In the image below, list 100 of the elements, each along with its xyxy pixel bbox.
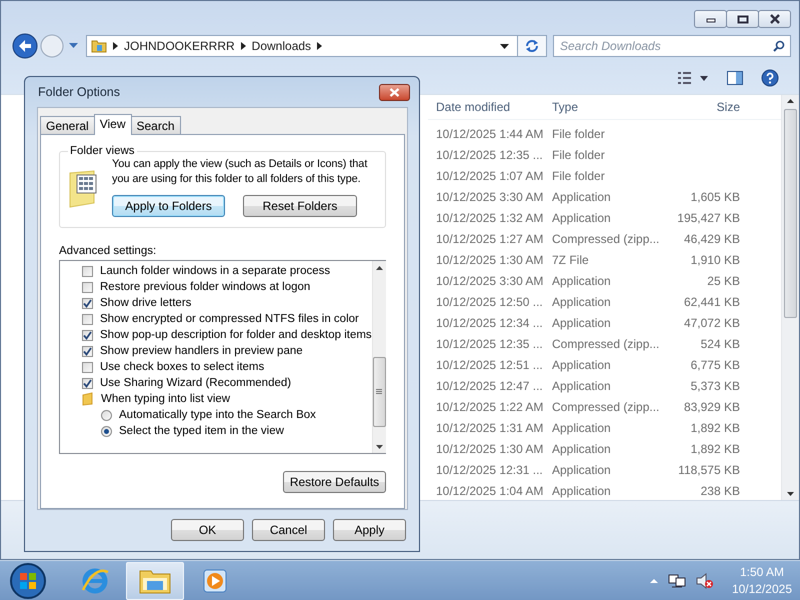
date-cell-text: 10/12/2025 1:30 AM (435, 442, 544, 456)
description-text: You can apply the view (such as Details or Icons) that you are using for this folder to all folders of this type. (112, 157, 368, 187)
maximize-icon (736, 14, 748, 24)
date-cell-text: 10/12/2025 12:35 ... (435, 148, 544, 162)
type-cell-text: Application (551, 378, 612, 392)
option-label[interactable]: Show drive letters (100, 297, 192, 309)
close-icon (768, 14, 780, 24)
size-cell-text: 118,575 KB (677, 462, 740, 476)
tab[interactable]: View (94, 114, 132, 135)
checkbox[interactable] (82, 266, 93, 276)
size-cell-text: 25 KB (706, 274, 740, 288)
size-cell-text: 5,373 KB (690, 378, 740, 392)
maximize-button[interactable] (726, 10, 759, 28)
size-cell-text: 62,441 KB (682, 294, 740, 308)
option-label[interactable]: Select the typed item in the view (119, 425, 284, 437)
option-label[interactable]: Restore previous folder windows at logon (100, 281, 310, 293)
show-hidden-icons-icon[interactable] (650, 578, 658, 584)
address-bar[interactable]: JOHNDOOKERRRR Downloads (86, 35, 518, 57)
breadcrumb[interactable]: Downloads (252, 39, 312, 53)
size-cell-text: 1,910 KB (690, 252, 740, 266)
date-cell-text: 10/12/2025 1:44 AM (435, 126, 544, 140)
date-cell-text: 10/12/2025 1:07 AM (435, 168, 544, 182)
minimize-button[interactable] (694, 10, 727, 28)
type-cell-text: Application (551, 274, 612, 288)
help-icon[interactable] (761, 68, 779, 86)
radio-button[interactable] (101, 410, 112, 420)
scrollbar[interactable] (372, 261, 386, 453)
view-options-icon[interactable] (677, 70, 709, 84)
apply-to-folders-button[interactable]: Apply to Folders (112, 195, 225, 217)
scrollbar-thumb[interactable] (372, 357, 386, 427)
close-button[interactable] (379, 84, 410, 100)
breadcrumb[interactable]: JOHNDOOKERRRR (124, 39, 235, 53)
close-icon (389, 88, 400, 96)
date-cell-text: 10/12/2025 3:30 AM (435, 274, 544, 288)
column-header[interactable]: Type (548, 100, 668, 114)
section-label: Advanced settings: (59, 245, 158, 257)
column-header[interactable]: Size (668, 100, 740, 114)
ok-button[interactable]: OK (171, 519, 244, 541)
date-cell-text: 10/12/2025 12:35 ... (435, 336, 544, 350)
grip-icon (376, 389, 382, 395)
option-label[interactable]: Show preview handlers in preview pane (100, 345, 303, 357)
option-label[interactable]: Use Sharing Wizard (Recommended) (100, 377, 292, 389)
type-cell-text: Application (551, 190, 612, 204)
checkbox[interactable] (82, 298, 93, 308)
type-cell-text: Application (551, 210, 612, 224)
close-button[interactable] (758, 10, 791, 28)
folder-icon (82, 392, 94, 406)
date-cell-text: 10/12/2025 12:34 ... (435, 316, 544, 330)
option-label[interactable]: Use check boxes to select items (100, 361, 264, 373)
reset-folders-button[interactable]: Reset Folders (243, 195, 357, 217)
date-cell-text: 10/12/2025 12:47 ... (435, 378, 544, 392)
refresh-icon (524, 39, 540, 53)
type-cell-text: File folder (551, 168, 606, 182)
taskbar-button[interactable] (126, 562, 184, 600)
apply-button[interactable]: Apply (333, 519, 406, 541)
refresh-button[interactable] (517, 35, 547, 57)
date-cell-text: 10/12/2025 1:22 AM (435, 400, 544, 414)
browser-icon (80, 566, 110, 596)
tab[interactable]: Search (130, 116, 181, 134)
type-cell-text: Compressed (zipp... (551, 336, 660, 350)
dialog-title: Folder Options (38, 85, 120, 99)
option-label[interactable]: Launch folder windows in a separate process (100, 265, 330, 277)
checkbox[interactable] (82, 282, 93, 292)
size-cell-text: 1,605 KB (690, 190, 740, 204)
restore-defaults-button[interactable]: Restore Defaults (283, 471, 386, 493)
network-icon[interactable] (668, 572, 686, 588)
preview-pane-icon[interactable] (727, 70, 743, 84)
size-cell-text: 47,072 KB (682, 316, 740, 330)
scrollbar[interactable] (781, 95, 799, 500)
scrollbar-thumb[interactable] (784, 109, 797, 318)
muted-volume-icon[interactable] (696, 572, 714, 588)
column-header[interactable]: Date modified (428, 100, 548, 114)
checkbox[interactable] (82, 346, 93, 356)
date-cell-text: 10/12/2025 12:51 ... (435, 358, 544, 372)
checkbox[interactable] (82, 314, 93, 324)
size-cell-text: 1,892 KB (690, 420, 740, 434)
size-cell-text: 238 KB (700, 484, 740, 498)
option-label[interactable]: Automatically type into the Search Box (119, 409, 316, 421)
type-cell-text: Application (551, 442, 612, 456)
breadcrumb-arrow-icon (317, 42, 322, 50)
type-cell-text: Application (551, 484, 612, 498)
group-label: Folder views (69, 145, 136, 157)
tab[interactable]: General (40, 116, 95, 134)
type-cell-text: Application (551, 420, 612, 434)
option-label[interactable]: Show pop-up description for folder and desktop items (100, 329, 372, 341)
date-cell-text: 10/12/2025 1:30 AM (435, 252, 544, 266)
type-cell-text: File folder (551, 126, 606, 140)
dropdown-arrow-icon[interactable] (69, 43, 78, 49)
checkbox[interactable] (82, 362, 93, 372)
checkbox[interactable] (82, 378, 93, 388)
cancel-button[interactable]: Cancel (252, 519, 325, 541)
size-cell-text: 195,427 KB (676, 210, 740, 224)
start-button[interactable] (8, 562, 48, 600)
search-field[interactable]: Search Downloads (553, 35, 791, 57)
type-cell-text: Application (551, 358, 612, 372)
date-cell-text: 10/12/2025 1:04 AM (435, 484, 544, 498)
size-cell-text: 524 KB (700, 336, 740, 350)
checkbox[interactable] (82, 330, 93, 340)
radio-button[interactable] (101, 426, 112, 436)
option-label[interactable]: Show encrypted or compressed NTFS files in color (100, 313, 359, 325)
